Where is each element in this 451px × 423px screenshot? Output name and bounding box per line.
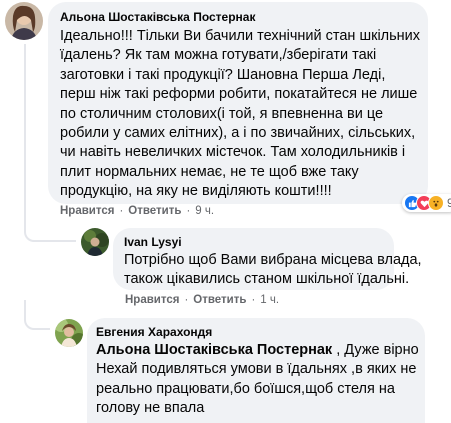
- wow-icon: [428, 195, 444, 211]
- mention-link[interactable]: Альона Шостаківська Постернак: [96, 342, 332, 358]
- comment-timestamp[interactable]: 1 ч.: [260, 294, 279, 306]
- avatar-photo: [55, 319, 83, 347]
- comment-line: голову не впала: [96, 400, 205, 417]
- comment-line: перш ніж такі реформи робити, покатайтес…: [60, 86, 418, 103]
- comment-text: Потрібно щоб Вами вибрана місцева влада,…: [124, 251, 422, 290]
- comment-line: також цікавились станом шкільної їдальні…: [124, 271, 410, 288]
- mention-suffix: , Дуже вірно: [332, 342, 419, 358]
- comment-bubble: Евгения Харахондя Альона Шостаківська По…: [87, 318, 425, 423]
- comment-bubble: Ivan Lysyi Потрібно щоб Вами вибрана міс…: [113, 228, 422, 290]
- comment-line: робили у самих елітних), а і по звичайни…: [60, 125, 416, 142]
- avatar[interactable]: [81, 228, 109, 256]
- comment-timestamp[interactable]: 9 ч.: [195, 205, 214, 217]
- comment-line: реально працювати,бо боїшся,щоб стеля на: [96, 380, 395, 397]
- avatar-photo: [81, 228, 109, 256]
- like-button[interactable]: Нравится: [60, 205, 114, 217]
- thread-line: [24, 44, 26, 230]
- comment-line: їдалень? Як там можна готувати,/зберігат…: [60, 47, 377, 64]
- comment-line: Альона Шостаківська Постернак , Дуже вір…: [96, 341, 419, 360]
- comment-author[interactable]: Ivan Lysyi: [124, 234, 383, 250]
- comment-line: по столичним столових(і той, я впевненна…: [60, 105, 384, 122]
- thread-connector: [24, 300, 50, 330]
- comment-line: Ідеально!!! Тільки Ви бачили технічний с…: [60, 28, 421, 44]
- comment-actions: Нравится · Ответить · 1 ч.: [125, 294, 280, 306]
- comment-actions: Нравится · Ответить · 9 ч.: [60, 205, 215, 217]
- comment-bubble: Альона Шостаківська Постернак Ідеально!!…: [48, 2, 428, 204]
- comment-text: Ідеально!!! Тільки Ви бачили технічний с…: [60, 27, 421, 202]
- thread-connector: [24, 220, 76, 242]
- comment-line: Потрібно щоб Вами вибрана місцева влада,: [124, 252, 422, 268]
- reply-button[interactable]: Ответить: [193, 294, 246, 306]
- avatar-photo: [5, 2, 43, 40]
- comment-author[interactable]: Альона Шостаківська Постернак: [60, 9, 416, 25]
- avatar[interactable]: [55, 319, 83, 347]
- comment-line: заготовки і такі продукції? Шановна Перш…: [60, 66, 386, 83]
- avatar[interactable]: [5, 2, 43, 40]
- comment-line: чи навіть невеличких містечок. Там холод…: [60, 144, 406, 161]
- reaction-summary[interactable]: 9: [402, 194, 451, 212]
- comment-text: Альона Шостаківська Постернак , Дуже вір…: [96, 341, 419, 419]
- comment-line: плит нормальних немає, не те щоб вже так…: [60, 163, 359, 180]
- comment-line: Нехай подивляться умови в їдальнях ,в як…: [96, 361, 417, 378]
- comment-line: продукцію, на яку не виділяють кошти!!!!: [60, 183, 332, 200]
- reaction-count: 9: [447, 196, 451, 210]
- like-button[interactable]: Нравится: [125, 294, 179, 306]
- comment-author[interactable]: Евгения Харахондя: [96, 324, 416, 340]
- reply-button[interactable]: Ответить: [128, 205, 181, 217]
